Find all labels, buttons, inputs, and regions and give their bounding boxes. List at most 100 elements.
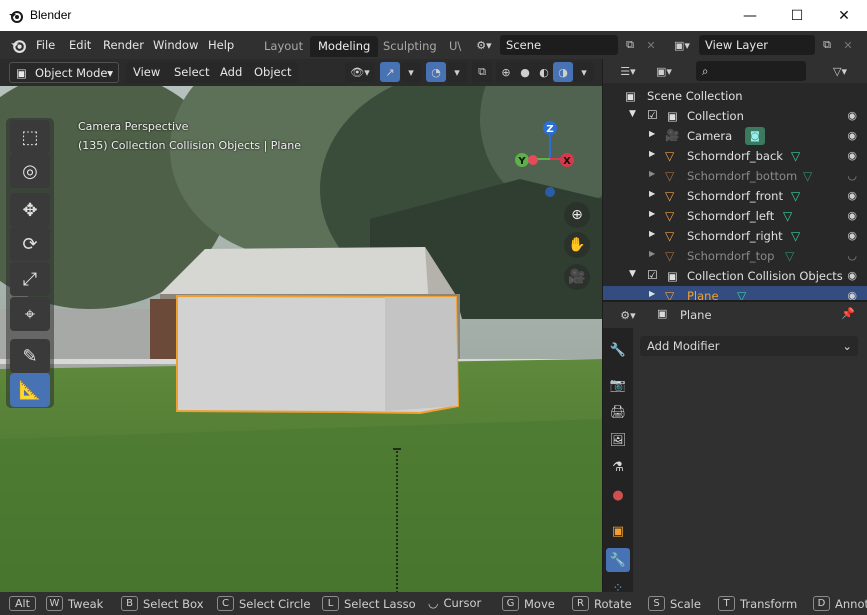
outliner-row-schorndorf-back[interactable]: ▶ ▽ Schorndorf_back ▽ ◉ — [603, 146, 867, 166]
outliner-row-collection-collision[interactable]: ▼ ☑ ▣ Collection Collision Objects ◉ — [603, 266, 867, 286]
outliner-row-schorndorf-top[interactable]: ▶ ▽ Schorndorf_top ▽ ◡ — [603, 246, 867, 266]
expand-arrow-icon[interactable]: ▶ — [649, 189, 655, 198]
tab-uv[interactable]: U\ — [441, 36, 469, 57]
outliner-row-schorndorf-bottom[interactable]: ▶ ▽ Schorndorf_bottom ▽ ◡ — [603, 166, 867, 186]
pin-icon[interactable]: 📌 — [841, 307, 855, 320]
outliner-row-camera[interactable]: ▶ 🎥 Camera ◙ ◉ — [603, 126, 867, 146]
view-layer-selector-icon[interactable]: ▣▾ — [668, 35, 696, 55]
eye-icon[interactable]: ◉ — [847, 289, 857, 300]
tool-tab-icon[interactable]: 🔧 — [606, 338, 630, 362]
overlay-dropdown-icon[interactable]: ▾ — [447, 62, 467, 82]
eye-icon[interactable]: ◉ — [847, 269, 857, 282]
outliner-row-collection[interactable]: ▼ ☑ ▣ Collection ◉ — [603, 106, 867, 126]
rendered-shading-icon[interactable]: ◑ — [553, 62, 573, 82]
delete-scene-icon[interactable]: ✕ — [641, 35, 661, 55]
eye-icon[interactable]: ◉ — [847, 209, 857, 222]
menu-help[interactable]: Help — [208, 38, 234, 52]
outliner-row-schorndorf-left[interactable]: ▶ ▽ Schorndorf_left ▽ ◉ — [603, 206, 867, 226]
expand-arrow-icon[interactable]: ▶ — [649, 229, 655, 238]
transform-tool-icon[interactable]: ⌖ — [10, 297, 50, 331]
expand-arrow-icon[interactable]: ▼ — [629, 109, 636, 119]
visibility-toggle-icon[interactable]: 👁▾ — [345, 62, 375, 82]
add-modifier-dropdown[interactable]: Add Modifier ⌄ — [640, 336, 858, 356]
new-view-layer-icon[interactable]: ⧉ — [817, 35, 837, 55]
world-tab-icon[interactable]: ● — [606, 483, 630, 507]
expand-arrow-icon[interactable]: ▶ — [649, 169, 655, 178]
display-mode-icon[interactable]: ▣▾ — [649, 61, 679, 81]
menu-window[interactable]: Window — [153, 38, 198, 52]
eye-icon[interactable]: ◉ — [847, 149, 857, 162]
expand-arrow-icon[interactable]: ▼ — [629, 269, 636, 279]
outliner-row-schorndorf-right[interactable]: ▶ ▽ Schorndorf_right ▽ ◉ — [603, 226, 867, 246]
view-menu[interactable]: View — [126, 62, 168, 83]
menu-edit[interactable]: Edit — [69, 38, 91, 52]
camera-view-icon[interactable]: 🎥 — [564, 264, 590, 290]
outliner-row-schorndorf-front[interactable]: ▶ ▽ Schorndorf_front ▽ ◉ — [603, 186, 867, 206]
select-box-tool-icon[interactable]: ⬚ — [10, 120, 50, 154]
solid-shading-icon[interactable]: ● — [515, 62, 535, 82]
navigation-gizmo[interactable]: Z Y X — [508, 119, 588, 199]
material-shading-icon[interactable]: ◐ — [534, 62, 554, 82]
eye-icon[interactable]: ◉ — [847, 229, 857, 242]
mesh-data-icon[interactable]: ▽ — [791, 189, 800, 203]
expand-arrow-icon[interactable]: ▶ — [649, 289, 655, 298]
scene-selector-icon[interactable]: ⚙▾ — [470, 35, 498, 55]
properties-editor-type-icon[interactable]: ⚙▾ — [613, 305, 643, 325]
delete-view-layer-icon[interactable]: ✕ — [838, 35, 858, 55]
render-tab-icon[interactable]: 📷 — [606, 373, 630, 397]
3d-viewport[interactable]: Object Mode ▾ ▣ View Select Add Object 👁… — [0, 59, 602, 592]
eye-icon[interactable]: ◉ — [847, 189, 857, 202]
scene-name-field[interactable]: Scene — [500, 35, 618, 55]
mesh-data-icon[interactable]: ▽ — [791, 229, 800, 243]
editor-type-icon[interactable]: ☰▾ — [613, 61, 643, 81]
expand-arrow-icon[interactable]: ▶ — [649, 249, 655, 258]
pan-hand-icon[interactable]: ✋ — [564, 232, 590, 258]
view-layer-tab-icon[interactable]: 🖼 — [606, 428, 630, 452]
outliner-search-input[interactable]: ⌕ — [696, 61, 806, 81]
tab-sculpting[interactable]: Sculpting — [375, 36, 445, 57]
xray-toggle-icon[interactable]: ⧉ — [472, 62, 492, 82]
select-menu[interactable]: Select — [167, 62, 217, 83]
wireframe-shading-icon[interactable]: ⊕ — [496, 62, 516, 82]
mesh-data-icon[interactable]: ▽ — [783, 209, 792, 223]
checkbox-icon[interactable]: ☑ — [647, 108, 658, 122]
filter-icon[interactable]: ▽▾ — [825, 61, 855, 81]
mesh-data-icon[interactable]: ▽ — [785, 249, 794, 263]
object-mode-dropdown[interactable]: Object Mode ▾ ▣ — [9, 62, 119, 83]
cursor-tool-icon[interactable]: ◎ — [10, 154, 50, 188]
rotate-tool-icon[interactable]: ⟳ — [10, 227, 50, 261]
scene-tab-icon[interactable]: ⚗ — [606, 455, 630, 479]
close-button[interactable]: ✕ — [821, 0, 867, 31]
mesh-data-icon[interactable]: ▽ — [803, 169, 812, 183]
blender-menu-icon[interactable] — [10, 37, 27, 54]
eye-closed-icon[interactable]: ◡ — [847, 249, 857, 262]
zoom-icon[interactable]: ⊕ — [564, 202, 590, 228]
outliner-row-scene-collection[interactable]: ▣ Scene Collection — [603, 86, 867, 106]
object-tab-icon[interactable]: ▣ — [606, 519, 630, 543]
outliner-row-plane[interactable]: ▶ ▽ Plane ▽ ◉ — [603, 286, 867, 300]
maximize-button[interactable]: ☐ — [774, 0, 820, 31]
eye-closed-icon[interactable]: ◡ — [847, 169, 857, 182]
tab-layout[interactable]: Layout — [256, 36, 311, 57]
expand-arrow-icon[interactable]: ▶ — [649, 129, 655, 138]
eye-icon[interactable]: ◉ — [847, 109, 857, 122]
mesh-data-icon[interactable]: ▽ — [791, 149, 800, 163]
measure-tool-icon[interactable]: 📐 — [10, 373, 50, 407]
menu-render[interactable]: Render — [103, 38, 144, 52]
scale-tool-icon[interactable]: ⤢ — [10, 262, 50, 296]
add-menu[interactable]: Add — [213, 62, 250, 83]
modifier-tab-icon[interactable]: 🔧 — [606, 548, 630, 572]
gizmo-toggle-icon[interactable]: ↗ — [380, 62, 400, 82]
object-menu[interactable]: Object — [247, 62, 299, 83]
overlay-toggle-icon[interactable]: ◔ — [426, 62, 446, 82]
camera-data-icon[interactable]: ◙ — [745, 127, 765, 145]
view-layer-field[interactable]: View Layer — [699, 35, 815, 55]
annotate-tool-icon[interactable]: ✎ — [10, 339, 50, 373]
shading-dropdown-icon[interactable]: ▾ — [574, 62, 594, 82]
eye-icon[interactable]: ◉ — [847, 129, 857, 142]
gizmo-dropdown-icon[interactable]: ▾ — [401, 62, 421, 82]
tab-modeling[interactable]: Modeling — [310, 36, 379, 57]
move-tool-icon[interactable]: ✥ — [10, 193, 50, 227]
mesh-data-icon[interactable]: ▽ — [737, 289, 746, 300]
minimize-button[interactable]: — — [727, 0, 773, 31]
